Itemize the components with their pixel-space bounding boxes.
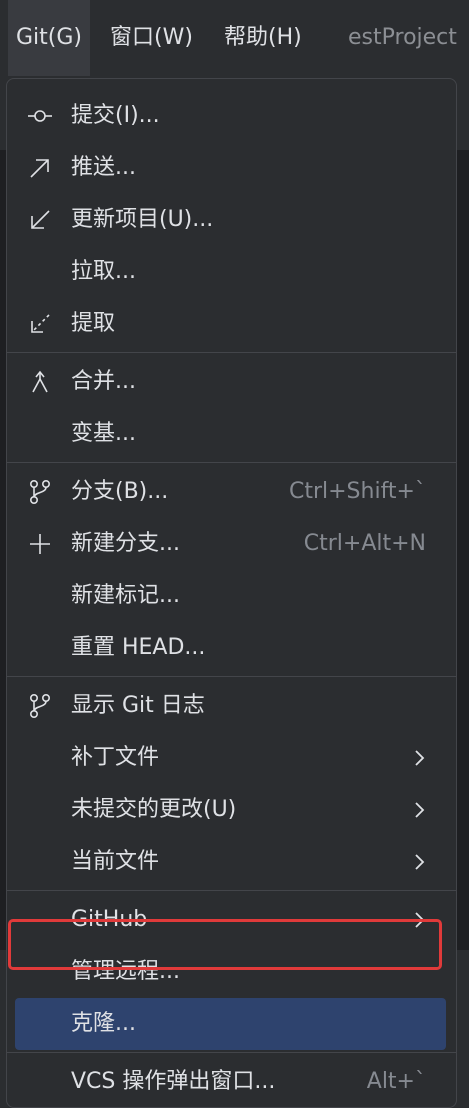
menu-item[interactable]: 新建标记...	[7, 570, 456, 622]
menu-item-label: 分支(B)...	[71, 479, 169, 504]
menu-item-label: VCS 操作弹出窗口...	[71, 1069, 276, 1094]
menu-item-label: 提取	[71, 311, 116, 336]
menu-item[interactable]: 提取	[7, 298, 456, 350]
menu-item[interactable]: 当前文件	[7, 836, 456, 888]
clone-highlight-box	[8, 919, 442, 970]
menu-item-label: 克隆...	[71, 1011, 136, 1036]
menu-item[interactable]: VCS 操作弹出窗口... Alt+`	[7, 1056, 456, 1108]
menu-git[interactable]: Git(G)	[8, 0, 90, 76]
menu-item-label: 变基...	[71, 421, 136, 446]
menu-separator	[7, 676, 456, 677]
menu-bar: Git(G) 窗口(W) 帮助(H) estProject	[0, 0, 469, 76]
menu-window[interactable]: 窗口(W)	[102, 0, 201, 76]
editor-background-right	[457, 150, 469, 950]
chevron-right-icon	[414, 800, 426, 820]
menu-item-label: 未提交的更改(U)	[71, 797, 237, 822]
menu-item[interactable]: 未提交的更改(U)	[7, 784, 456, 836]
menu-item-label: 提交(I)...	[71, 103, 160, 128]
menu-separator	[7, 352, 456, 353]
project-title: estProject	[348, 25, 457, 50]
menu-item[interactable]: 补丁文件	[7, 732, 456, 784]
menu-item-label: 拉取...	[71, 259, 136, 284]
menu-item-label: 当前文件	[71, 849, 160, 874]
menu-item-shortcut: Alt+`	[366, 1069, 426, 1094]
chevron-right-icon	[414, 852, 426, 872]
menu-help[interactable]: 帮助(H)	[216, 0, 310, 76]
menu-item[interactable]: 提交(I)...	[7, 90, 456, 142]
fetch-icon	[27, 311, 53, 337]
menu-item[interactable]: 新建分支... Ctrl+Alt+N	[7, 518, 456, 570]
plus-icon	[27, 531, 53, 557]
menu-item-label: 新建分支...	[71, 531, 180, 556]
menu-item-label: 新建标记...	[71, 583, 180, 608]
merge-icon	[27, 369, 53, 395]
chevron-right-icon	[414, 748, 426, 768]
menu-item[interactable]: 分支(B)... Ctrl+Shift+`	[7, 466, 456, 518]
menu-item-label: 显示 Git 日志	[71, 693, 205, 718]
menu-item-label: 推送...	[71, 155, 136, 180]
menu-item-shortcut: Ctrl+Alt+N	[303, 531, 426, 556]
menu-item-label: 更新项目(U)...	[71, 207, 214, 232]
menu-item[interactable]: 更新项目(U)...	[7, 194, 456, 246]
menu-item[interactable]: 显示 Git 日志	[7, 680, 456, 732]
update-arrow-icon	[27, 207, 53, 233]
menu-item[interactable]: 变基...	[7, 408, 456, 460]
menu-item[interactable]: 克隆...	[15, 998, 446, 1050]
menu-item[interactable]: 拉取...	[7, 246, 456, 298]
push-arrow-icon	[27, 155, 53, 181]
menu-item-shortcut: Ctrl+Shift+`	[288, 479, 426, 504]
menu-item[interactable]: 合并...	[7, 356, 456, 408]
menu-item[interactable]: 重置 HEAD...	[7, 622, 456, 674]
branch-icon	[27, 693, 53, 719]
menu-item-label: 补丁文件	[71, 745, 160, 770]
branch-icon	[27, 479, 53, 505]
menu-separator	[7, 462, 456, 463]
menu-item-label: 重置 HEAD...	[71, 635, 206, 660]
menu-item-label: 合并...	[71, 369, 136, 394]
menu-separator	[7, 890, 456, 891]
commit-icon	[27, 103, 53, 129]
menu-separator	[7, 1052, 456, 1053]
menu-item[interactable]: 推送...	[7, 142, 456, 194]
